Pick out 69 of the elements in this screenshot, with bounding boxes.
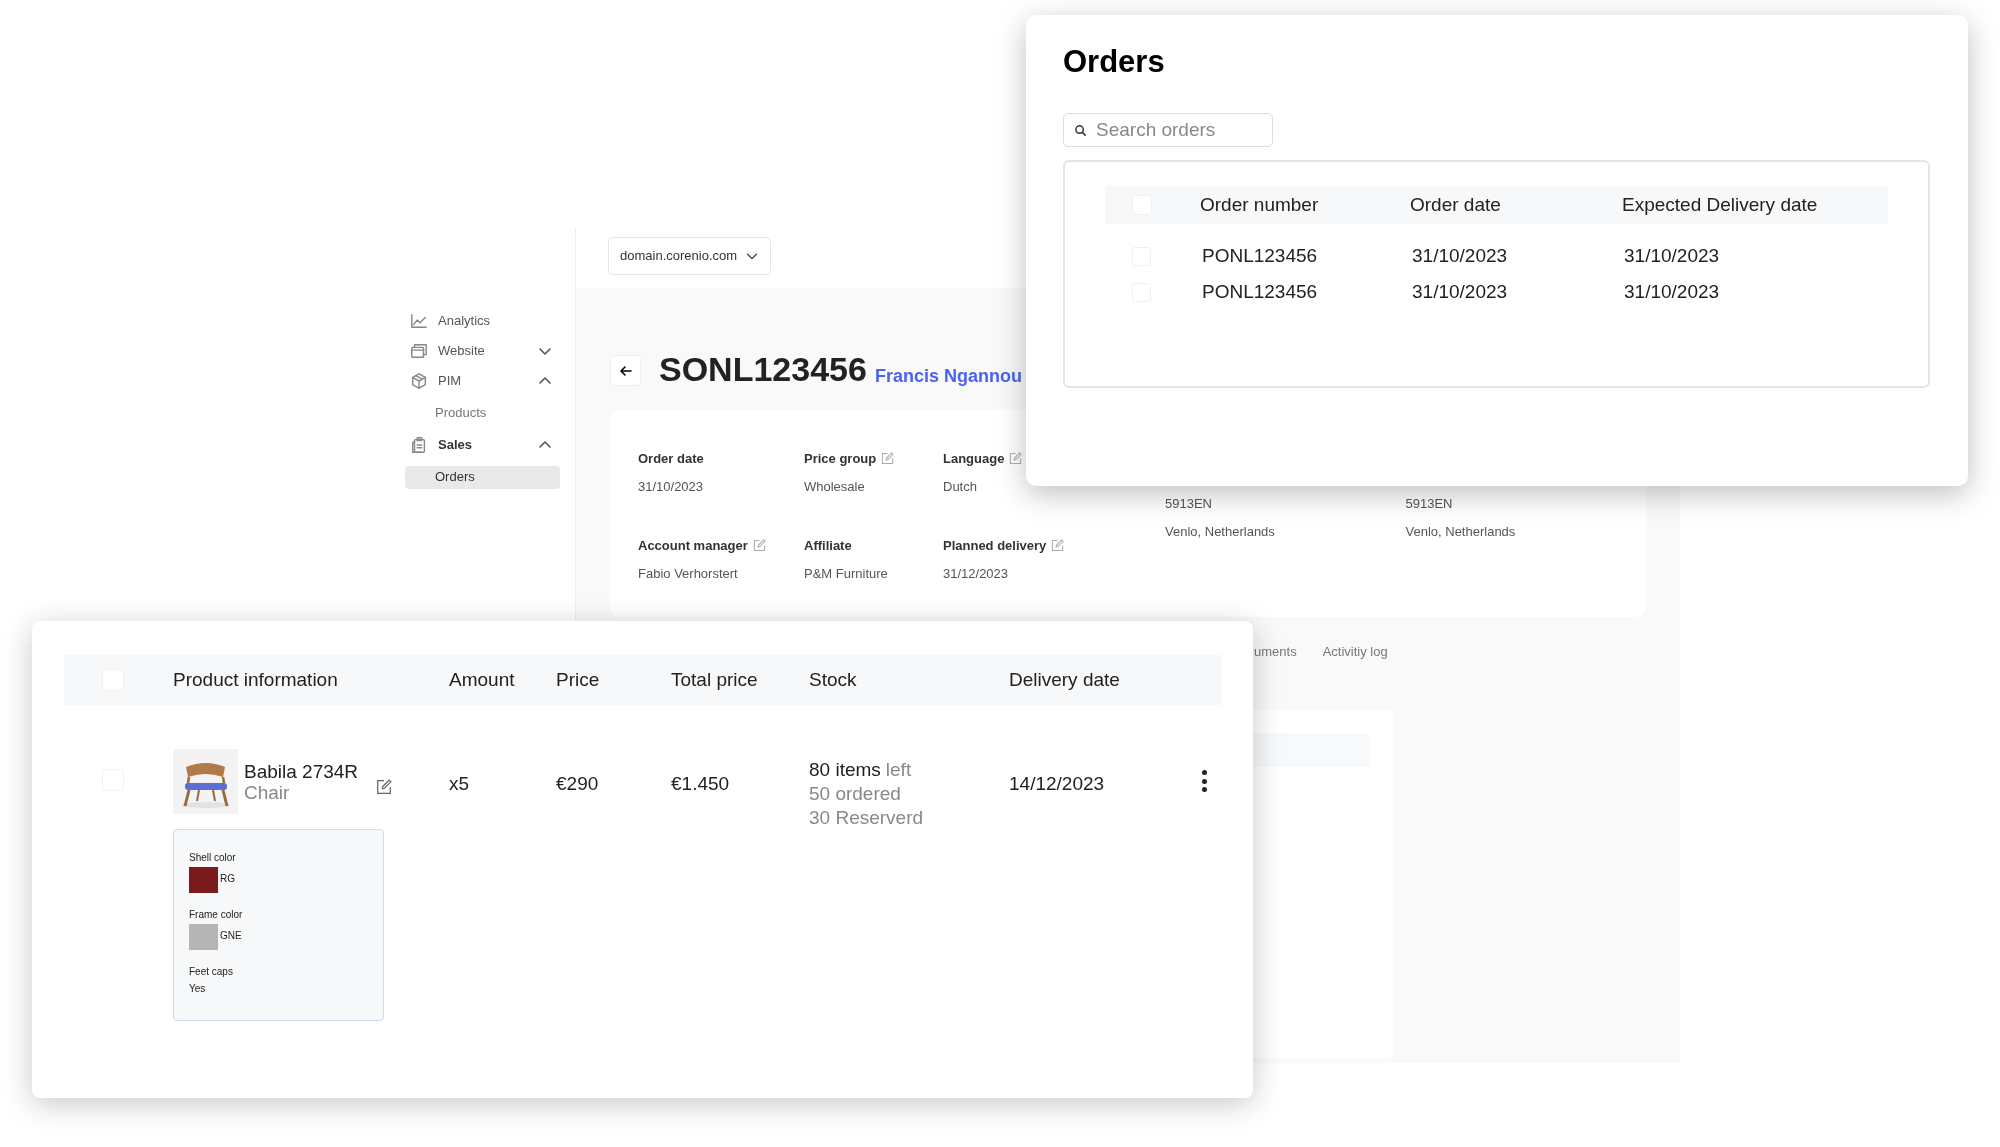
field-label: Language bbox=[943, 450, 1005, 468]
customer-link[interactable]: Francis Ngannou bbox=[874, 367, 1022, 385]
panel-title: Orders bbox=[1063, 46, 1166, 77]
field-value: 31/12/2023 bbox=[943, 564, 1010, 583]
sidebar-subitem[interactable]: Products bbox=[405, 401, 560, 425]
option-value: GNE bbox=[220, 929, 242, 943]
domain-select[interactable]: domain.corenio.com bbox=[608, 237, 772, 275]
sidebar-item[interactable]: Analytics bbox=[438, 311, 553, 331]
delivery-date-cell-text: 31/10/2023 bbox=[1623, 243, 1721, 268]
cube-icon bbox=[410, 372, 428, 390]
field-label: Account manager bbox=[638, 537, 748, 555]
address-city: Venlo, Netherlands bbox=[1165, 522, 1276, 541]
back-button[interactable] bbox=[610, 355, 641, 386]
column-header: Stock bbox=[809, 667, 858, 692]
field-label: Price group bbox=[804, 450, 877, 468]
reserved-count: 30 Reserverd bbox=[809, 806, 925, 830]
search-icon bbox=[1074, 124, 1087, 137]
total-price-cell-text: €1.450 bbox=[671, 772, 731, 796]
line-chart-icon bbox=[410, 312, 428, 330]
field-value: P&M Furniture bbox=[804, 564, 889, 583]
sidebar-subitem[interactable]: Orders bbox=[405, 465, 560, 489]
field-value: Wholesale bbox=[804, 477, 866, 496]
column-header: Product information bbox=[173, 667, 339, 692]
address-city: Venlo, Netherlands bbox=[1405, 522, 1517, 541]
order-date-cell-text: 31/10/2023 bbox=[1411, 243, 1509, 268]
option-value: Yes bbox=[189, 982, 206, 996]
amount-cell-text: x5 bbox=[449, 772, 471, 796]
tab[interactable]: uments bbox=[1254, 642, 1297, 662]
tab[interactable]: Activitiy log bbox=[1322, 642, 1388, 662]
search-field[interactable]: Search orders bbox=[1063, 113, 1273, 147]
price-cell-text: €290 bbox=[556, 772, 600, 796]
stock-count: 80 items bbox=[809, 758, 881, 782]
option-value: RG bbox=[220, 872, 235, 886]
column-header: Delivery date bbox=[1009, 667, 1121, 692]
sidebar-item[interactable]: Website bbox=[438, 341, 527, 361]
clipboard-icon bbox=[410, 436, 428, 454]
address-postcode: 5913EN bbox=[1405, 495, 1454, 513]
column-header: Amount bbox=[449, 667, 516, 692]
field-value: Fabio Verhorstert bbox=[638, 564, 739, 583]
order-date-cell-text: 31/10/2023 bbox=[1411, 279, 1509, 304]
field-value: 31/10/2023 bbox=[638, 477, 705, 496]
option-label: Frame color bbox=[189, 908, 244, 922]
sidebar-item[interactable]: Sales bbox=[438, 435, 527, 455]
edit-icon[interactable] bbox=[376, 779, 393, 795]
column-header: Total price bbox=[671, 667, 759, 692]
windows-icon bbox=[410, 342, 428, 360]
field-label: Order date bbox=[638, 450, 704, 468]
ordered-count: 50 ordered bbox=[809, 782, 902, 806]
product-type: Chair bbox=[244, 782, 291, 803]
edit-icon[interactable] bbox=[1009, 452, 1023, 466]
stock-left-label: left bbox=[885, 758, 912, 782]
column-header: Expected Delivery date bbox=[1622, 192, 1819, 217]
column-header: Order number bbox=[1200, 192, 1320, 217]
order-number-cell-text: PONL123456 bbox=[1201, 243, 1319, 268]
more-options-icon[interactable] bbox=[1200, 768, 1208, 794]
field-label: Affiliate bbox=[804, 537, 852, 555]
address-postcode: 5913EN bbox=[1165, 495, 1213, 513]
column-header: Order date bbox=[1410, 192, 1502, 217]
order-number: SONL123456 bbox=[659, 352, 867, 386]
delivery-date-cell-text: 31/10/2023 bbox=[1623, 279, 1721, 304]
sidebar-item[interactable]: PIM bbox=[438, 371, 527, 391]
product-name: Babila 2734R bbox=[244, 761, 359, 782]
field-label: Planned delivery bbox=[943, 537, 1047, 555]
field-value: Dutch bbox=[943, 477, 978, 496]
column-header: Price bbox=[556, 667, 601, 692]
delivery-date-cell-text: 14/12/2023 bbox=[1009, 772, 1106, 796]
option-label: Shell color bbox=[189, 851, 237, 865]
order-number-cell-text: PONL123456 bbox=[1201, 279, 1319, 304]
option-label: Feet caps bbox=[189, 965, 234, 979]
